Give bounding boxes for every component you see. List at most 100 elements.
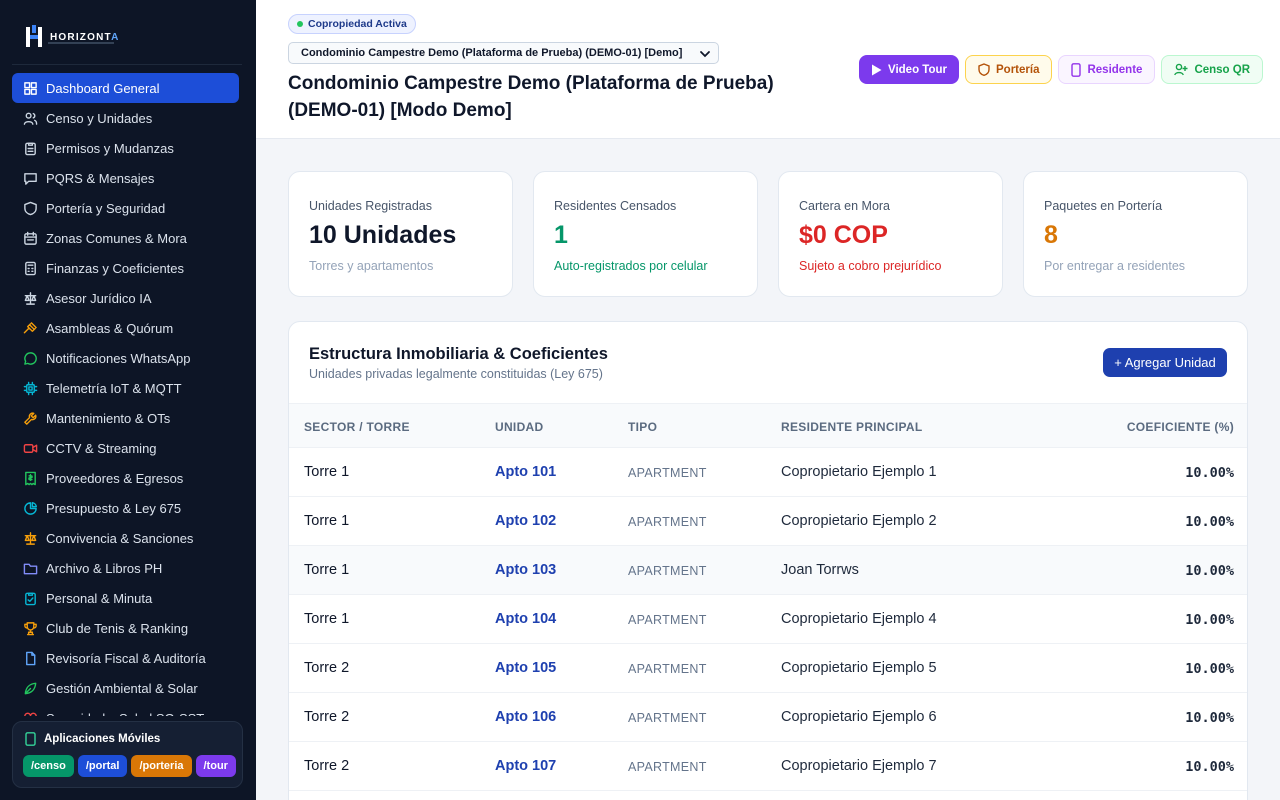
file-icon — [22, 650, 38, 666]
sidebar-item[interactable]: Censo y Unidades — [12, 103, 239, 133]
app-link[interactable]: /portal — [77, 755, 128, 777]
receipt-icon — [22, 470, 38, 486]
cell-sector: Torre 1 — [304, 562, 350, 578]
kpi-label: Unidades Registradas — [309, 199, 432, 213]
sidebar-item[interactable]: CCTV & Streaming — [12, 433, 239, 463]
app-link[interactable]: /porteria — [131, 755, 192, 777]
cell-coefficient: 10.00% — [1185, 759, 1234, 775]
column-header-coefficient[interactable]: COEFICIENTE (%) — [1127, 420, 1234, 434]
table-row[interactable]: Torre 2 Apto 107 APARTMENT Copropietario Ej… — [289, 742, 1247, 791]
brand-name: HORIZONTA — [50, 31, 120, 43]
sidebar-item-label: Notificaciones WhatsApp — [46, 350, 191, 366]
clipboard-icon — [22, 140, 38, 156]
column-header-sector[interactable]: SECTOR / TORRE — [304, 420, 410, 434]
sidebar-item[interactable]: Asesor Jurídico IA — [12, 283, 239, 313]
sidebar-item[interactable]: Asambleas & Quórum — [12, 313, 239, 343]
sidebar-item-label: Permisos y Mudanzas — [46, 140, 174, 156]
sidebar-item[interactable]: Personal & Minuta — [12, 583, 239, 613]
kpi-label: Residentes Censados — [554, 199, 677, 213]
structure-card: Estructura Inmobiliaria & Coeficientes U… — [288, 321, 1248, 800]
structure-title: Estructura Inmobiliaria & Coeficientes — [309, 345, 608, 363]
sidebar-item[interactable]: Convivencia & Sanciones — [12, 523, 239, 553]
cell-unit-link[interactable]: Apto 105 — [495, 660, 556, 676]
clipboard-check-icon — [22, 590, 38, 606]
app-link[interactable]: /censo — [23, 755, 74, 777]
add-unit-button[interactable]: + Agregar Unidad — [1103, 348, 1227, 377]
cell-coefficient: 10.00% — [1185, 563, 1234, 579]
sidebar-item[interactable]: Seguridad y Salud SG-SST — [12, 703, 239, 716]
cell-type: APARTMENT — [628, 515, 707, 529]
sidebar-item-label: Gestión Ambiental & Solar — [46, 680, 198, 696]
sidebar-item[interactable]: Telemetría IoT & MQTT — [12, 373, 239, 403]
sidebar-item-label: PQRS & Mensajes — [46, 170, 155, 186]
app-link[interactable]: /tour — [195, 755, 236, 777]
sidebar-item[interactable]: Archivo & Libros PH — [12, 553, 239, 583]
column-header-unit[interactable]: UNIDAD — [495, 420, 543, 434]
sidebar-item[interactable]: Permisos y Mudanzas — [12, 133, 239, 163]
page-title: Condominio Campestre Demo (Plataforma de… — [288, 73, 774, 121]
cell-coefficient: 10.00% — [1185, 612, 1234, 628]
sidebar-divider — [12, 64, 242, 65]
table-row[interactable]: Torre 1 Apto 104 APARTMENT Copropietario Ej… — [289, 595, 1247, 644]
table-row[interactable]: Torre 1 Apto 103 APARTMENT Joan Torrws 10.00… — [289, 546, 1247, 595]
censo-qr-button[interactable]: Censo QR — [1161, 55, 1264, 84]
cell-type: APARTMENT — [628, 760, 707, 774]
sidebar-item[interactable]: Notificaciones WhatsApp — [12, 343, 239, 373]
column-header-type[interactable]: TIPO — [628, 420, 657, 434]
cell-type: APARTMENT — [628, 466, 707, 480]
play-icon — [872, 64, 882, 75]
sidebar-item[interactable]: Proveedores & Egresos — [12, 463, 239, 493]
kpi-subtext: Auto-registrados por celular — [554, 259, 708, 273]
sidebar-item-label: Zonas Comunes & Mora — [46, 230, 187, 246]
cell-sector: Torre 1 — [304, 464, 350, 480]
table-row[interactable]: Torre 1 Apto 102 APARTMENT Copropietario Ej… — [289, 497, 1247, 546]
table-body: Torre 1 Apto 101 APARTMENT Copropietario Ej… — [289, 448, 1247, 791]
sidebar-item-label: Finanzas y Coeficientes — [46, 260, 185, 276]
sidebar-item[interactable]: Finanzas y Coeficientes — [12, 253, 239, 283]
trophy-icon — [22, 620, 38, 636]
porteria-button[interactable]: Portería — [965, 55, 1053, 84]
sidebar-item[interactable]: PQRS & Mensajes — [12, 163, 239, 193]
cell-type: APARTMENT — [628, 711, 707, 725]
dashboard-icon — [22, 80, 38, 96]
cell-unit-link[interactable]: Apto 104 — [495, 611, 556, 627]
kpi-subtext: Torres y apartamentos — [309, 259, 434, 273]
leaf-icon — [22, 680, 38, 696]
sidebar-item[interactable]: Club de Tenis & Ranking — [12, 613, 239, 643]
sidebar-item-label: Dashboard General — [46, 80, 160, 96]
kpi-value: 10 Unidades — [309, 221, 457, 249]
sidebar-nav: Dashboard General Censo y Unidades Permiso… — [12, 73, 239, 716]
sidebar-item[interactable]: Revisoría Fiscal & Auditoría — [12, 643, 239, 673]
active-property-badge: Copropiedad Activa — [288, 14, 416, 34]
sidebar-item[interactable]: Gestión Ambiental & Solar — [12, 673, 239, 703]
property-selector[interactable]: Condominio Campestre Demo (Plataforma de… — [288, 42, 719, 64]
sidebar-item-label: Censo y Unidades — [46, 110, 153, 126]
cell-unit-link[interactable]: Apto 103 — [495, 562, 556, 578]
table-row[interactable]: Torre 2 Apto 106 APARTMENT Copropietario Ej… — [289, 693, 1247, 742]
sidebar-item[interactable]: Dashboard General — [12, 73, 239, 103]
cell-unit-link[interactable]: Apto 107 — [495, 758, 556, 774]
kpi-card: Residentes Censados 1 Auto-registrados por… — [533, 171, 758, 297]
sidebar-item[interactable]: Zonas Comunes & Mora — [12, 223, 239, 253]
sidebar-item[interactable]: Portería y Seguridad — [12, 193, 239, 223]
video-tour-button[interactable]: Video Tour — [859, 55, 959, 84]
table-header: SECTOR / TORRE UNIDAD TIPO RESIDENTE PRI… — [289, 403, 1247, 448]
table-row[interactable]: Torre 2 Apto 105 APARTMENT Copropietario Ej… — [289, 644, 1247, 693]
column-header-resident[interactable]: RESIDENTE PRINCIPAL — [781, 420, 923, 434]
cell-unit-link[interactable]: Apto 101 — [495, 464, 556, 480]
sidebar-item[interactable]: Presupuesto & Ley 675 — [12, 493, 239, 523]
cell-sector: Torre 2 — [304, 660, 350, 676]
gavel-icon — [22, 320, 38, 336]
table-row[interactable]: Torre 1 Apto 101 APARTMENT Copropietario Ej… — [289, 448, 1247, 497]
cell-unit-link[interactable]: Apto 106 — [495, 709, 556, 725]
scale-icon — [22, 290, 38, 306]
brand-logo[interactable]: HORIZONTA — [24, 24, 120, 50]
cell-resident: Copropietario Ejemplo 1 — [781, 464, 937, 480]
cell-unit-link[interactable]: Apto 102 — [495, 513, 556, 529]
residente-button[interactable]: Residente — [1058, 55, 1156, 84]
sidebar-item[interactable]: Mantenimiento & OTs — [12, 403, 239, 433]
kpi-card: Paquetes en Portería 8 Por entregar a resi… — [1023, 171, 1248, 297]
sidebar-item-label: Telemetría IoT & MQTT — [46, 380, 182, 396]
wrench-icon — [22, 410, 38, 426]
message-icon — [22, 170, 38, 186]
